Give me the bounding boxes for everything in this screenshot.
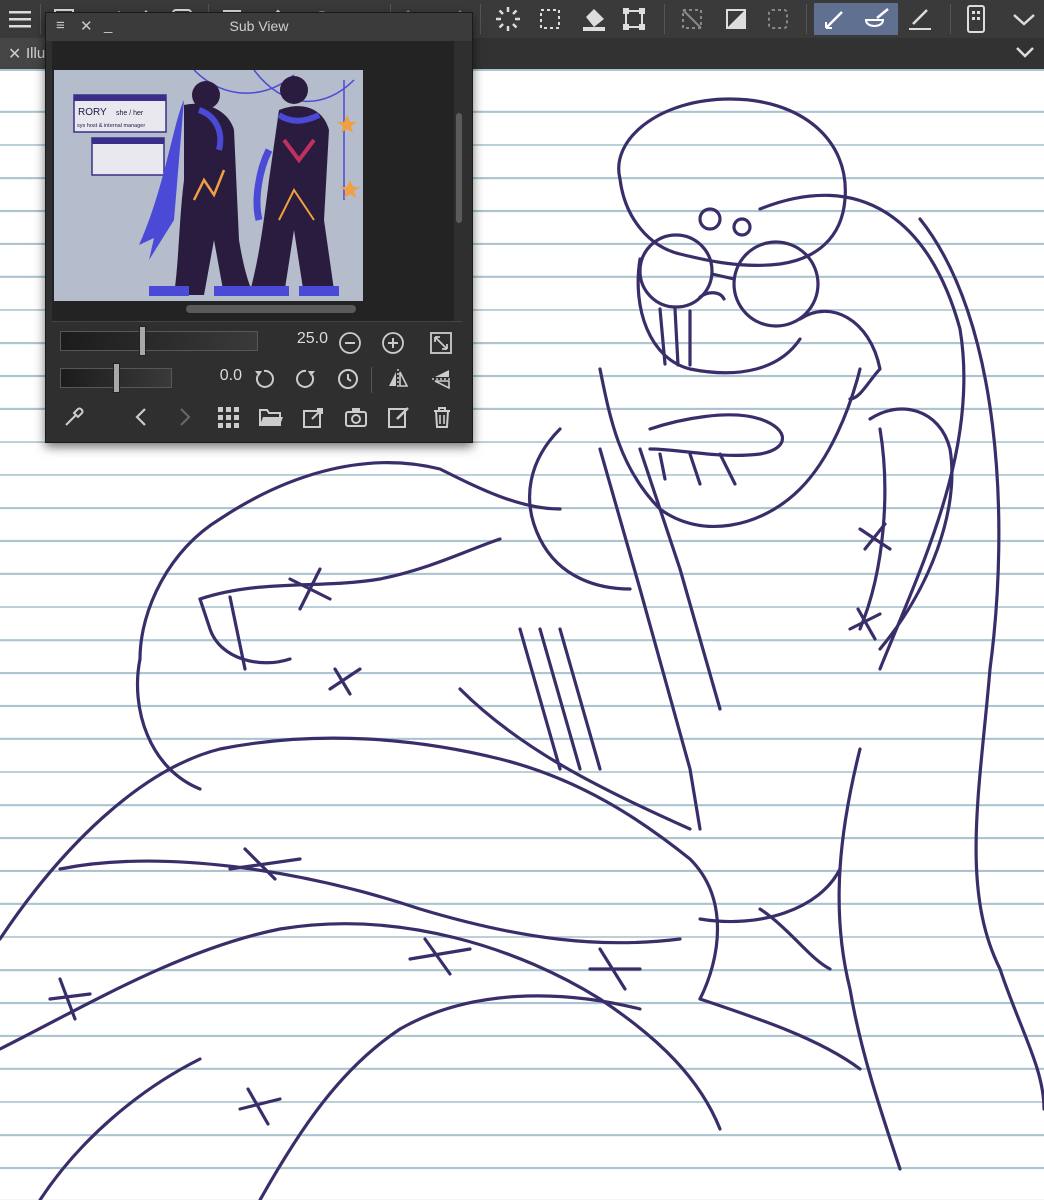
camera-icon[interactable]	[344, 405, 368, 429]
sub-view-panel: ≡ ✕ _ Sub View RORY she / her sys host &…	[45, 12, 473, 443]
zoom-slider[interactable]	[60, 326, 258, 356]
fill-icon[interactable]	[578, 3, 610, 35]
transform-icon[interactable]	[618, 3, 650, 35]
zoom-slider-handle[interactable]	[139, 326, 146, 356]
menu-icon[interactable]	[4, 3, 36, 35]
next-image-icon[interactable]	[172, 405, 196, 429]
clear-icon[interactable]	[676, 3, 708, 35]
marquee-icon[interactable]	[534, 3, 566, 35]
vertical-scrollbar[interactable]	[456, 113, 462, 223]
eraser-tool-icon[interactable]	[856, 3, 898, 35]
rotation-value: 0.0	[219, 367, 242, 384]
delete-icon[interactable]	[430, 405, 454, 429]
loading-icon[interactable]	[492, 3, 524, 35]
horizontal-scrollbar[interactable]	[186, 305, 356, 313]
rotate-left-icon[interactable]	[252, 367, 276, 391]
edit-icon[interactable]	[387, 405, 411, 429]
reference-image[interactable]: RORY she / her sys host & internal manag…	[54, 70, 363, 301]
rotate-right-icon[interactable]	[294, 367, 318, 391]
eyedropper-icon[interactable]	[62, 405, 86, 429]
sub-view-titlebar[interactable]: ≡ ✕ _ Sub View	[46, 13, 472, 41]
tab-label: Illu	[26, 45, 46, 62]
zoom-out-icon[interactable]	[338, 331, 362, 355]
sub-view-title: Sub View	[229, 18, 289, 34]
thumb-name: RORY	[78, 107, 107, 118]
device-icon[interactable]	[960, 3, 992, 35]
thumb-tagline: sys host & internal manager	[77, 123, 145, 129]
selection-icon[interactable]	[762, 3, 794, 35]
line-tool-icon[interactable]	[904, 3, 936, 35]
flip-vertical-icon[interactable]	[430, 367, 454, 391]
close-tab-icon[interactable]: ✕	[8, 44, 21, 64]
previous-image-icon[interactable]	[130, 405, 154, 429]
flip-horizontal-icon[interactable]	[386, 367, 410, 391]
rotation-slider[interactable]	[60, 363, 172, 393]
thumb-pronouns: she / her	[116, 110, 144, 117]
rotation-slider-handle[interactable]	[113, 363, 120, 393]
invert-icon[interactable]	[720, 3, 752, 35]
dropdown-icon[interactable]	[1008, 3, 1040, 35]
zoom-value: 25.0	[296, 330, 328, 347]
tab-dropdown-icon[interactable]	[1014, 42, 1036, 67]
zoom-in-icon[interactable]	[381, 331, 405, 355]
reset-rotation-icon[interactable]	[336, 367, 360, 391]
grid-icon[interactable]	[216, 405, 240, 429]
pen-tool-icon[interactable]	[814, 3, 856, 35]
import-image-icon[interactable]	[302, 405, 326, 429]
open-folder-icon[interactable]	[258, 405, 284, 429]
fit-view-icon[interactable]	[429, 331, 453, 355]
